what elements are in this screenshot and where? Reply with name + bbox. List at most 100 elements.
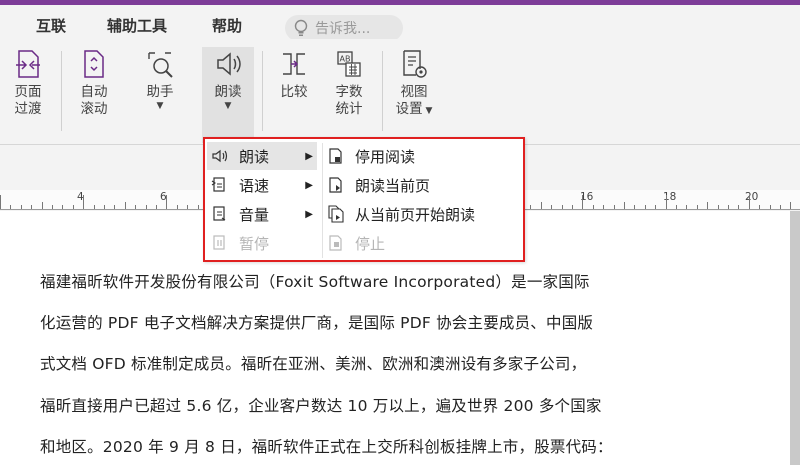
ruler-tick — [94, 205, 95, 209]
page-transition-button[interactable]: 页面 过渡 — [2, 47, 54, 143]
menu-connect[interactable]: 互联 — [36, 15, 66, 36]
ruler-tick — [718, 205, 719, 209]
ruler-tick — [31, 205, 32, 209]
lightbulb-icon — [294, 19, 308, 36]
ruler-tick — [83, 195, 84, 209]
ribbon-toolbar: 页面 过渡 自动 滚动 助手 ▼ 朗读 ▼ 比较 AB 字数 统计 视图 设置 … — [0, 39, 800, 145]
ruler-tick — [790, 202, 791, 209]
svg-text:AB: AB — [340, 55, 351, 64]
submenu-arrow-icon: ▶ — [305, 179, 313, 191]
page-transition-label: 页面 过渡 — [14, 84, 42, 117]
ruler-tick — [104, 205, 105, 209]
read-page-icon — [327, 176, 345, 194]
menu-item-read-current-page[interactable]: 朗读当前页 — [327, 171, 517, 199]
ribbon-separator — [61, 51, 62, 131]
text-line: 福昕直接用户已超过 5.6 亿，企业客户数达 10 万以上，遍及世界 200 多… — [40, 396, 602, 415]
menu-divider — [322, 143, 323, 258]
ruler-tick — [530, 205, 531, 209]
ruler-tick — [582, 195, 583, 209]
ruler-tick — [603, 205, 604, 209]
text-line: 化运营的 PDF 电子文档解决方案提供厂商，是国际 PDF 协会主要成员、中国版 — [40, 314, 594, 333]
ruler-tick — [187, 205, 188, 209]
ruler-tick — [10, 205, 11, 209]
ruler-tick — [780, 205, 781, 209]
ruler-tick — [42, 202, 43, 209]
word-count-label: 字数 统计 — [335, 84, 363, 117]
ruler-tick — [728, 205, 729, 209]
ruler-tick — [0, 195, 1, 209]
document-paragraph: 福建福昕软件开发股份有限公司（Foxit Software Incorporat… — [40, 262, 690, 465]
menu-item-volume[interactable]: 音量 ▶ — [207, 200, 317, 228]
ruler-tick — [135, 205, 136, 209]
tell-me-search[interactable]: 告诉我... — [285, 15, 403, 41]
menu-item-read-from-current-page[interactable]: 从当前页开始朗读 — [327, 200, 517, 228]
speed-icon — [211, 176, 229, 194]
word-count-icon: AB — [334, 47, 364, 81]
chevron-down-icon: ▼ — [224, 101, 232, 111]
auto-scroll-button[interactable]: 自动 滚动 — [68, 47, 120, 143]
ruler-tick — [73, 205, 74, 209]
ruler-tick — [634, 205, 635, 209]
speaker-icon — [211, 147, 229, 165]
menu-bar: 互联 辅助工具 帮助 告诉我... — [0, 5, 800, 41]
ruler-tick — [146, 205, 147, 209]
compare-button[interactable]: 比较 — [268, 47, 320, 143]
ruler-tick — [666, 195, 667, 209]
ruler-tick — [562, 205, 563, 209]
pause-icon — [211, 234, 229, 252]
menu-item-stop-reading[interactable]: 停用阅读 — [327, 142, 517, 170]
speaker-icon — [213, 47, 243, 81]
text-line: 福建福昕软件开发股份有限公司（Foxit Software Incorporat… — [40, 273, 590, 291]
ruler-number: 16 — [580, 191, 594, 203]
chevron-down-icon: ▼ — [156, 101, 164, 111]
magnifier-icon — [145, 47, 175, 81]
read-aloud-button[interactable]: 朗读 ▼ — [202, 47, 254, 143]
auto-scroll-label: 自动 滚动 — [80, 84, 108, 117]
menu-accessibility-tools[interactable]: 辅助工具 — [107, 15, 167, 36]
ruler-tick — [655, 205, 656, 209]
auto-scroll-icon — [79, 47, 109, 81]
ruler-tick — [624, 202, 625, 209]
ribbon-separator — [382, 51, 383, 131]
read-from-page-icon — [327, 205, 345, 223]
ruler-tick — [21, 205, 22, 209]
ruler-tick — [593, 205, 594, 209]
read-aloud-dropdown: 朗读 ▶ 语速 ▶ 音量 ▶ 暂停 停用阅读 朗读当前页 从当前页开始朗读 停止 — [203, 137, 525, 262]
menu-item-read-aloud[interactable]: 朗读 ▶ — [207, 142, 317, 170]
ruler-tick — [62, 205, 63, 209]
ruler-tick — [156, 205, 157, 209]
compare-icon — [279, 47, 309, 81]
stop-icon — [327, 234, 345, 252]
assistant-label: 助手 — [146, 84, 174, 100]
view-settings-button[interactable]: 视图 设置 ▼ — [388, 47, 440, 143]
ruler-tick — [198, 205, 199, 209]
page-transition-icon — [13, 47, 43, 81]
ruler-tick — [125, 202, 126, 209]
ruler-tick — [686, 205, 687, 209]
assistant-button[interactable]: 助手 ▼ — [134, 47, 186, 143]
tell-me-placeholder: 告诉我... — [315, 21, 371, 37]
view-settings-label: 视图 设置 ▼ — [395, 84, 433, 117]
menu-help[interactable]: 帮助 — [212, 15, 242, 36]
ruler-tick — [645, 205, 646, 209]
ribbon-separator — [262, 51, 263, 131]
read-aloud-label: 朗读 — [214, 84, 242, 100]
submenu-arrow-icon: ▶ — [305, 208, 313, 220]
word-count-button[interactable]: AB 字数 统计 — [323, 47, 375, 143]
ruler-tick — [759, 205, 760, 209]
menu-item-pause: 暂停 — [207, 229, 317, 257]
text-line: 式文档 OFD 标准制定成员。福昕在亚洲、美洲、欧洲和澳洲设有多家子公司， — [40, 355, 587, 374]
volume-icon — [211, 205, 229, 223]
ruler-tick — [52, 205, 53, 209]
ruler-tick — [614, 205, 615, 209]
ruler-tick — [738, 205, 739, 209]
ruler-tick — [697, 205, 698, 209]
menu-item-speed[interactable]: 语速 ▶ — [207, 171, 317, 199]
ruler-tick — [572, 205, 573, 209]
vertical-scrollbar[interactable] — [790, 211, 800, 465]
ruler-tick — [114, 205, 115, 209]
stop-read-icon — [327, 147, 345, 165]
menu-item-stop: 停止 — [327, 229, 517, 257]
ruler-number: 20 — [745, 191, 759, 203]
text-line: 和地区。2020 年 9 月 8 日，福昕软件正式在上交所科创板挂牌上市，股票代… — [40, 437, 613, 456]
